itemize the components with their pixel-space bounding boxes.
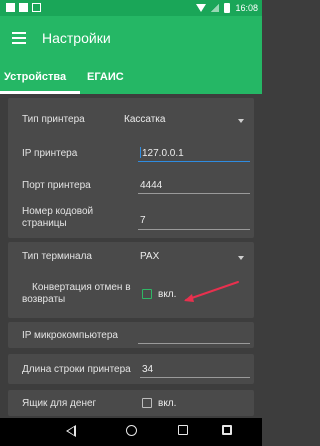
- convert-returns-label-line2: возвраты: [22, 294, 66, 305]
- status-bar: 16:08: [0, 0, 262, 16]
- micro-ip-card: IP микрокомпьютера: [8, 322, 254, 348]
- dropdown-arrow-icon: [238, 256, 244, 260]
- notification-icon: [32, 3, 41, 12]
- input-underline: [138, 193, 250, 194]
- signal-icon: [211, 4, 220, 12]
- back-icon[interactable]: [66, 425, 76, 437]
- printer-ip-value: 127.0.0.1: [142, 148, 184, 159]
- convert-returns-checkbox[interactable]: вкл.: [140, 286, 190, 302]
- menu-icon[interactable]: [12, 32, 26, 44]
- input-underline: [138, 161, 250, 162]
- checkbox-icon: [142, 398, 152, 408]
- input-underline: [140, 377, 250, 378]
- micro-ip-input[interactable]: [138, 326, 250, 344]
- text-cursor: [140, 147, 141, 158]
- terminal-type-value: PAX: [140, 251, 160, 262]
- notification-icon: [6, 3, 15, 12]
- printer-line-length-value: 34: [142, 364, 154, 375]
- dropdown-arrow-icon: [238, 119, 244, 123]
- printer-type-select[interactable]: Кассатка: [124, 110, 248, 128]
- printer-port-value: 4444: [140, 180, 163, 191]
- printer-settings-card: Тип принтера Кассатка IP принтера 127.0.…: [8, 98, 254, 238]
- printer-ip-input[interactable]: 127.0.0.1: [138, 142, 250, 162]
- terminal-type-select[interactable]: PAX: [140, 247, 250, 265]
- wifi-icon: [196, 4, 207, 12]
- cash-drawer-card: Ящик для денег вкл.: [8, 390, 254, 416]
- codepage-label-line2: страницы: [22, 218, 67, 229]
- codepage-value: 7: [140, 215, 146, 226]
- printer-type-label: Тип принтера: [22, 114, 85, 125]
- app-bar: Настройки: [0, 16, 262, 62]
- notification-icon: [19, 3, 28, 12]
- printer-line-length-card: Длина строки принтера 34: [8, 354, 254, 384]
- checkbox-icon: [142, 289, 152, 299]
- terminal-type-label: Тип терминала: [22, 251, 92, 262]
- keyboard-icon[interactable]: [222, 425, 232, 435]
- convert-returns-label-line1: Конвертация отмен в: [32, 282, 131, 293]
- printer-line-length-label: Длина строки принтера: [22, 364, 131, 375]
- cash-drawer-checkbox-label: вкл.: [158, 398, 177, 409]
- terminal-settings-card: Тип терминала PAX Конвертация отмен в во…: [8, 242, 254, 318]
- printer-type-value: Кассатка: [124, 114, 166, 125]
- battery-icon: [224, 3, 231, 13]
- printer-ip-label: IP принтера: [22, 148, 78, 159]
- input-underline: [138, 343, 250, 344]
- codepage-label-line1: Номер кодовой: [22, 206, 94, 217]
- printer-port-input[interactable]: 4444: [138, 174, 250, 194]
- cash-drawer-checkbox[interactable]: вкл.: [140, 395, 190, 411]
- status-time: 16:08: [235, 3, 258, 13]
- tab-egais[interactable]: ЕГАИС: [87, 71, 124, 83]
- input-underline: [138, 229, 250, 230]
- recent-apps-icon[interactable]: [178, 425, 188, 435]
- page-title: Настройки: [42, 30, 111, 46]
- tab-devices[interactable]: Устройства: [4, 71, 66, 83]
- printer-line-length-input[interactable]: 34: [140, 360, 250, 378]
- printer-port-label: Порт принтера: [22, 180, 91, 191]
- micro-ip-label: IP микрокомпьютера: [22, 330, 118, 341]
- cash-drawer-label: Ящик для денег: [22, 398, 97, 409]
- convert-returns-checkbox-label: вкл.: [158, 289, 177, 300]
- system-nav-bar: [0, 418, 262, 446]
- tab-bar: Устройства ЕГАИС: [0, 62, 262, 94]
- codepage-input[interactable]: 7: [138, 208, 250, 230]
- tab-indicator: [0, 91, 80, 94]
- home-icon[interactable]: [126, 425, 137, 436]
